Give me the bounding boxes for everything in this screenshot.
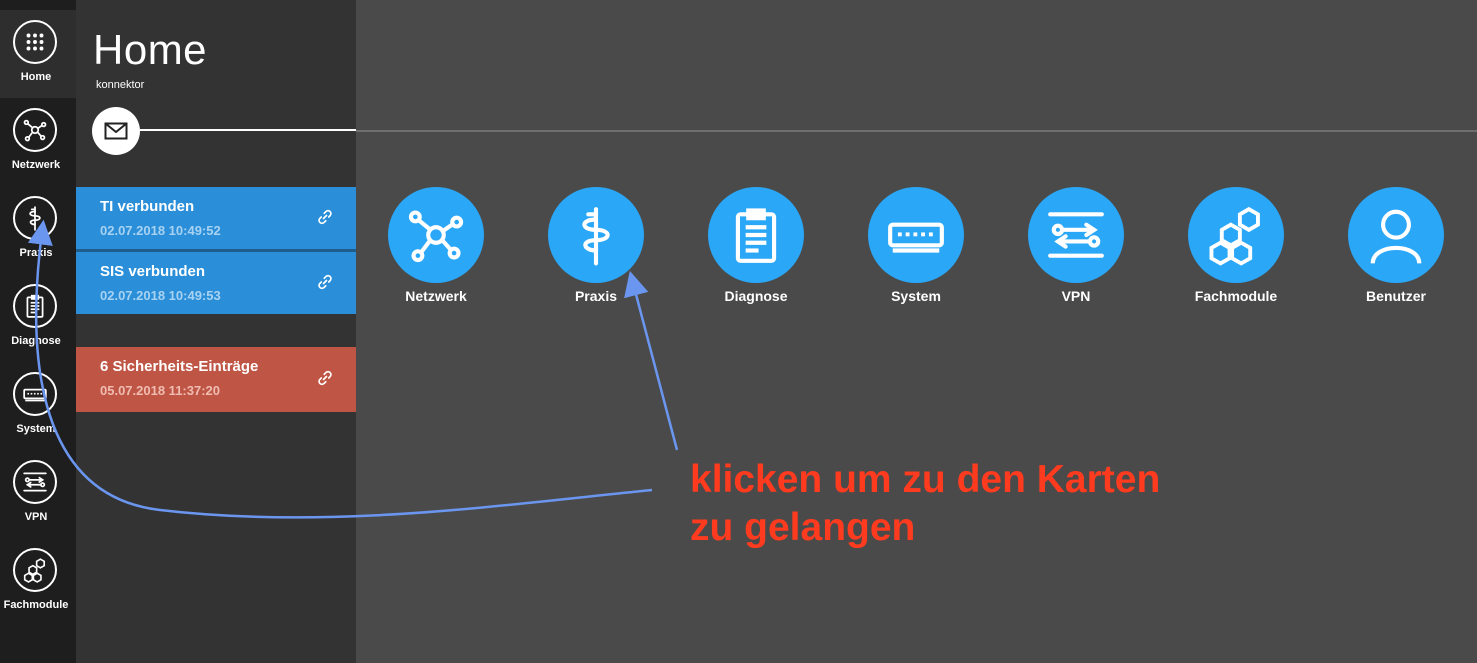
hexagons-icon [13,548,57,592]
nav-rail: Home Netzwerk Praxis Diagnose System VPN… [0,0,76,663]
tile-label: Benutzer [1366,288,1426,304]
tile-vpn[interactable]: VPN [996,187,1156,317]
card-title: 6 Sicherheits-Einträge [100,358,259,375]
card-timestamp: 05.07.2018 11:37:20 [100,383,220,398]
tile-label: Fachmodule [1194,288,1278,304]
clipboard-icon [13,284,57,328]
tile-praxis[interactable]: Praxis [516,187,676,317]
hexagons-icon [1188,187,1284,283]
tile-label: VPN [1061,288,1091,304]
link-icon[interactable] [316,208,334,226]
rail-label-vpn: VPN [24,511,48,523]
tile-netzwerk[interactable]: Netzwerk [356,187,516,317]
user-icon [1348,187,1444,283]
page-subtitle: konnektor [96,79,145,91]
device-icon [13,372,57,416]
caduceus-icon [548,187,644,283]
rail-item-diagnose[interactable]: Diagnose [0,274,76,362]
status-card-ti[interactable]: TI verbunden 02.07.2018 10:49:52 [76,187,356,249]
annotation-text: klicken um zu den Karten zu gelangen [690,456,1250,552]
envelope-icon [104,122,128,140]
status-panel: Home konnektor TI verbunden 02.07.2018 1… [76,0,356,663]
card-timestamp: 02.07.2018 10:49:53 [100,288,221,303]
tile-label: Diagnose [724,288,788,304]
grid-icon [13,20,57,64]
divider [140,129,356,131]
rail-item-system[interactable]: System [0,362,76,450]
rail-label-system: System [16,423,56,435]
messages-button[interactable] [92,107,140,155]
network-icon [388,187,484,283]
tile-label: System [891,288,941,304]
rail-label-home: Home [20,71,52,83]
device-icon [868,187,964,283]
card-title: SIS verbunden [100,263,206,280]
card-title: TI verbunden [100,198,195,215]
link-icon[interactable] [316,369,334,387]
rail-item-praxis[interactable]: Praxis [0,186,76,274]
link-icon[interactable] [316,273,334,291]
rail-item-home[interactable]: Home [0,10,76,98]
status-card-security[interactable]: 6 Sicherheits-Einträge 05.07.2018 11:37:… [76,347,356,412]
rail-item-netzwerk[interactable]: Netzwerk [0,98,76,186]
annotation-line-1: klicken um zu den Karten [690,458,1161,501]
status-card-sis[interactable]: SIS verbunden 02.07.2018 10:49:53 [76,252,356,314]
tile-system[interactable]: System [836,187,996,317]
tile-label: Praxis [574,288,618,304]
tile-fachmodule[interactable]: Fachmodule [1156,187,1316,317]
main-divider [356,130,1477,132]
network-icon [13,108,57,152]
rail-label-praxis: Praxis [19,247,53,259]
clipboard-icon [708,187,804,283]
page-title: Home [93,26,208,73]
vpn-icon [13,460,57,504]
tile-diagnose[interactable]: Diagnose [676,187,836,317]
tile-label: Netzwerk [405,288,467,304]
vpn-icon [1028,187,1124,283]
rail-label-netzwerk: Netzwerk [11,159,61,171]
caduceus-icon [13,196,57,240]
rail-item-vpn[interactable]: VPN [0,450,76,538]
rail-label-fachmodule: Fachmodule [3,599,69,611]
rail-label-diagnose: Diagnose [11,335,61,347]
annotation-line-2: zu gelangen [690,506,916,549]
rail-item-fachmodule[interactable]: Fachmodule [0,538,76,626]
card-timestamp: 02.07.2018 10:49:52 [100,223,221,238]
tile-benutzer[interactable]: Benutzer [1316,187,1476,317]
